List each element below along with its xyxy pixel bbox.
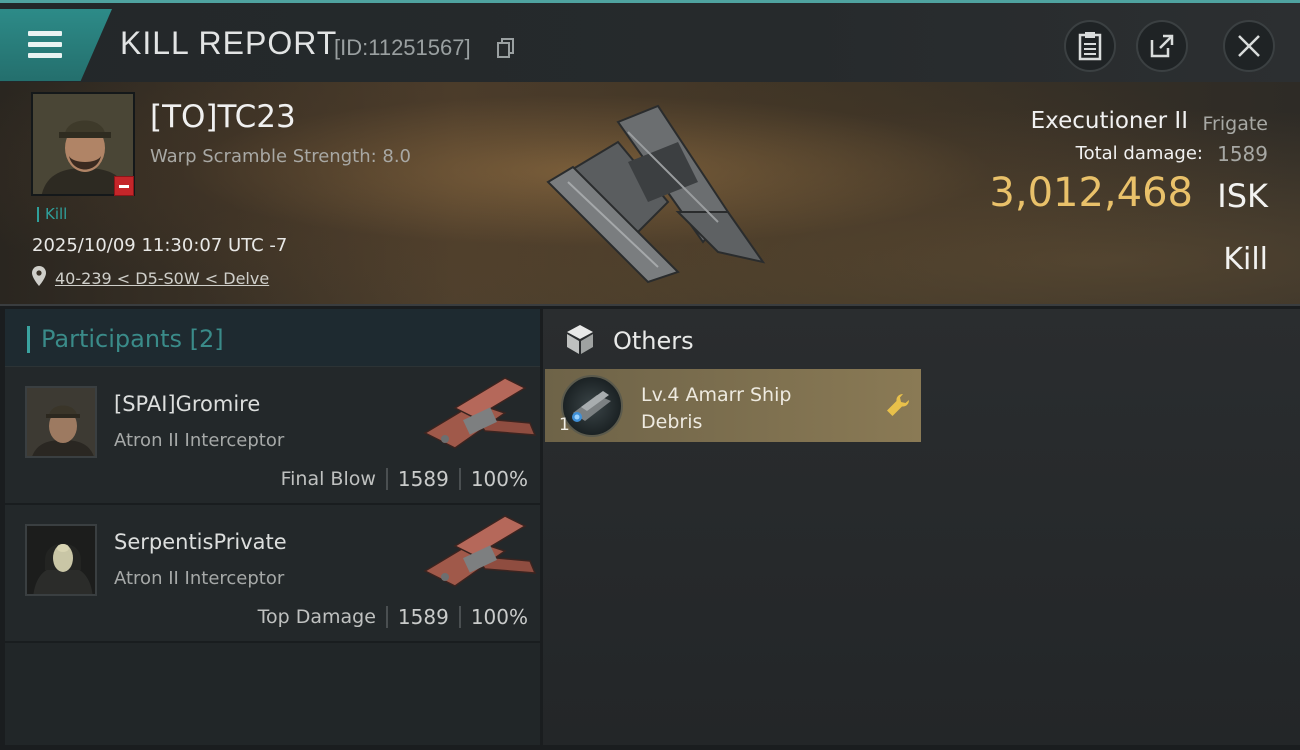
victim-ship-class: Frigate	[1202, 113, 1268, 135]
victim-name[interactable]: [TO]TC23	[150, 99, 296, 135]
others-panel: Others 1 Lv.4 Amarr Ship Debris	[543, 309, 1300, 745]
participant-avatar[interactable]	[25, 524, 97, 596]
warp-scramble-strength: Warp Scramble Strength: 8.0	[150, 146, 412, 167]
dropped-item-card[interactable]: 1 Lv.4 Amarr Ship Debris	[545, 369, 921, 442]
participants-header: Participants [2]	[5, 309, 540, 367]
location-link[interactable]: 40-239 < D5-S0W < Delve	[55, 269, 269, 288]
participant-row[interactable]: SerpentisPrivate Atron II Interceptor To…	[5, 505, 540, 643]
participant-damage: 1589	[397, 467, 449, 491]
share-icon	[1150, 34, 1174, 58]
participant-ship-image	[423, 515, 537, 587]
cube-icon	[567, 325, 593, 354]
participant-tag: Final Blow	[280, 468, 376, 490]
participant-name[interactable]: [SPAI]Gromire	[114, 392, 260, 416]
kill-datetime: 2025/10/09 11:30:07 UTC -7	[32, 235, 288, 256]
location-pin-icon	[32, 266, 46, 286]
menu-button[interactable]	[0, 9, 112, 81]
stats-separator	[385, 606, 388, 628]
victim-ship-image	[546, 104, 766, 284]
item-icon	[561, 375, 623, 437]
clipboard-icon	[1078, 32, 1102, 61]
report-id: [ID:11251567]	[334, 35, 471, 60]
close-icon	[1238, 35, 1260, 57]
wrench-icon[interactable]	[885, 392, 911, 418]
participant-ship-image	[423, 377, 537, 449]
share-button[interactable]	[1136, 20, 1188, 72]
isk-value: 3,012,468	[989, 170, 1193, 216]
item-name: Lv.4 Amarr Ship Debris	[641, 384, 792, 433]
top-bar: KILL REPORT [ID:11251567]	[0, 0, 1300, 82]
isk-unit: ISK	[1217, 177, 1268, 215]
participant-ship: Atron II Interceptor	[114, 430, 285, 451]
participant-damage: 1589	[397, 605, 449, 629]
close-button[interactable]	[1223, 20, 1275, 72]
participant-portrait-image	[27, 526, 95, 594]
kill-result: Kill	[1223, 242, 1268, 277]
participant-name[interactable]: SerpentisPrivate	[114, 530, 287, 554]
copy-icon[interactable]	[497, 38, 515, 58]
participant-percent: 100%	[470, 605, 528, 629]
participants-title: Participants [2]	[41, 325, 224, 353]
participant-tag: Top Damage	[257, 606, 376, 628]
report-button[interactable]	[1064, 20, 1116, 72]
participant-row[interactable]: [SPAI]Gromire Atron II Interceptor Final…	[5, 367, 540, 505]
participant-avatar[interactable]	[25, 386, 97, 458]
stats-separator	[458, 468, 461, 490]
menu-icon	[28, 31, 62, 59]
item-quantity: 1	[559, 415, 570, 435]
participant-stats: Top Damage 1589 100%	[258, 605, 528, 629]
participant-portrait-image	[27, 388, 95, 456]
stats-separator	[458, 606, 461, 628]
total-damage-label: Total damage:	[1075, 143, 1203, 164]
participants-panel: Participants [2] [SPAI]Gromire Atron II …	[5, 309, 540, 745]
participant-ship: Atron II Interceptor	[114, 568, 285, 589]
page-title: KILL REPORT	[120, 25, 338, 61]
participants-accent-bar	[27, 326, 30, 353]
hostile-badge	[114, 176, 134, 196]
others-header: Others	[543, 309, 1300, 369]
others-title: Others	[613, 327, 694, 355]
participant-stats: Final Blow 1589 100%	[281, 467, 528, 491]
victim-header: [TO]TC23 Warp Scramble Strength: 8.0 Kil…	[0, 82, 1300, 306]
stats-separator	[385, 468, 388, 490]
participant-percent: 100%	[470, 467, 528, 491]
total-damage-value: 1589	[1217, 142, 1268, 166]
victim-ship-name[interactable]: Executioner II	[1031, 108, 1188, 134]
kill-tag: Kill	[37, 207, 67, 222]
